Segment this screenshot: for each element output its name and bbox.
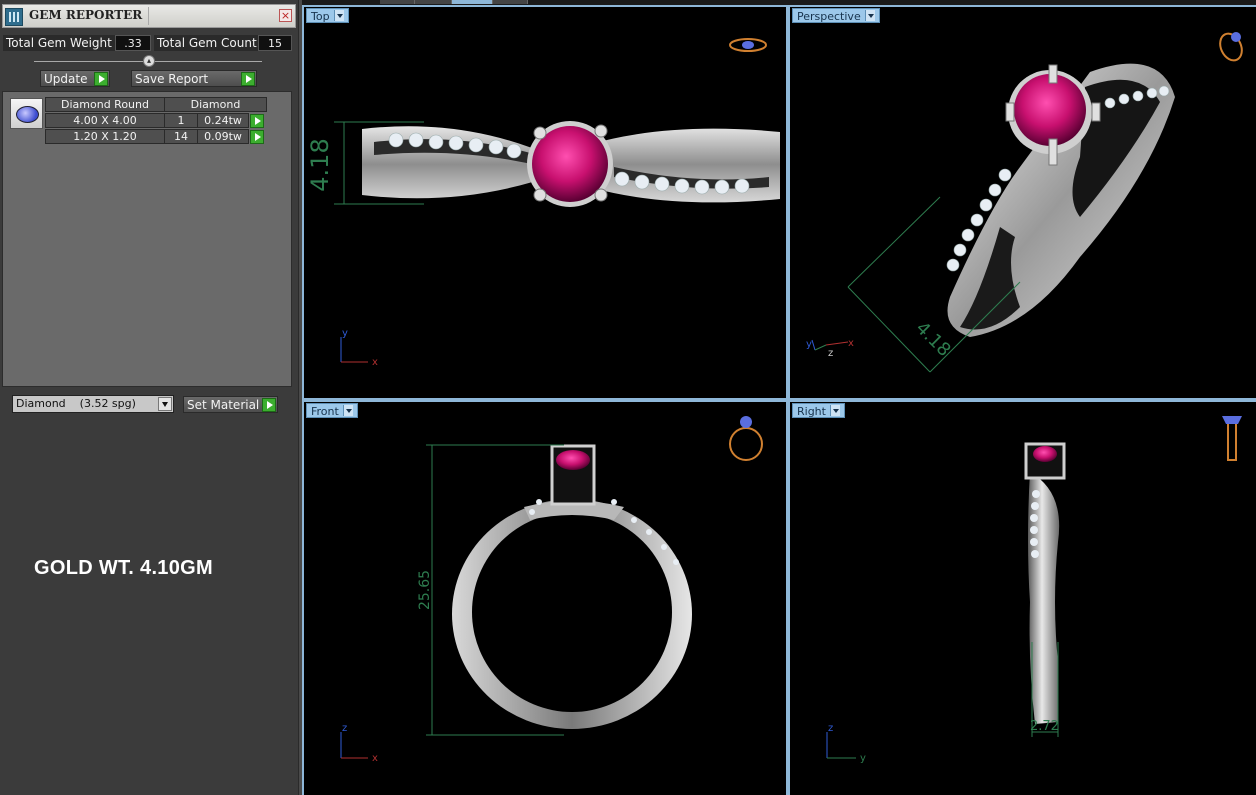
round-diamond-icon[interactable] <box>10 98 43 129</box>
front-dimension-label: 25.65 <box>417 570 433 610</box>
viewport-top[interactable]: Top 4.18 y x <box>304 7 786 398</box>
viewport-tab-active[interactable] <box>452 0 493 4</box>
total-gem-count-label: Total Gem Count <box>154 35 260 51</box>
viewport-tab[interactable] <box>380 0 415 4</box>
save-report-button-label: Save Report <box>135 72 209 86</box>
gem-row-size: 4.00 X 4.00 <box>45 113 165 128</box>
titlebar-divider <box>148 7 149 25</box>
gem-row-weight: 0.09tw <box>197 129 249 144</box>
update-arrow-icon[interactable] <box>94 72 108 86</box>
right-dimension-label: 2.72 <box>1030 719 1059 734</box>
panel-titlebar: GEM REPORTER × <box>2 4 296 28</box>
gem-row-count: 1 <box>164 113 198 128</box>
save-report-button[interactable]: Save Report <box>131 70 257 87</box>
axis-y-label: y <box>342 328 348 339</box>
viewport-tab[interactable] <box>493 0 528 4</box>
view-cube-icon[interactable] <box>1222 416 1242 461</box>
gem-row-select-icon[interactable] <box>250 130 264 144</box>
ruby-center-stone <box>556 450 590 470</box>
total-gem-weight-label: Total Gem Weight <box>3 35 115 51</box>
material-select[interactable]: Diamond (3.52 spg) <box>12 395 174 413</box>
gem-row-count: 14 <box>164 129 198 144</box>
total-gem-weight-value: .33 <box>115 35 151 51</box>
top-dimension-label: 4.18 <box>306 138 334 191</box>
gem-row-select-icon[interactable] <box>250 114 264 128</box>
ruby-center-stone <box>1033 446 1057 462</box>
ring-opening <box>472 512 672 712</box>
set-material-button[interactable]: Set Material <box>183 396 278 413</box>
view-cube-icon[interactable] <box>729 38 767 52</box>
view-cube-icon[interactable] <box>1216 30 1246 64</box>
axis-z-label: z <box>828 348 833 359</box>
ring-side <box>1028 472 1060 724</box>
gem-list-panel: Diamond Round Diamond 4.00 X 4.00 1 0.24… <box>2 91 292 387</box>
viewport-right[interactable]: Right 2.72 z y <box>790 402 1256 795</box>
set-material-arrow-icon[interactable] <box>262 398 276 412</box>
right-view-render: 2.72 z y <box>826 416 1242 764</box>
axis-y-label: y <box>860 753 866 764</box>
view-cube-icon[interactable] <box>729 416 763 461</box>
top-view-render: 4.18 y x <box>306 38 780 368</box>
axis-z-label: z <box>828 723 833 734</box>
col-header-material: Diamond <box>164 97 267 112</box>
gem-row-size: 1.20 X 1.20 <box>45 129 165 144</box>
save-report-arrow-icon[interactable] <box>241 72 255 86</box>
gem-reporter-icon <box>5 8 23 26</box>
gold-weight-note: GOLD WT. 4.10GM <box>34 557 213 579</box>
ruby-center-stone <box>1014 74 1086 146</box>
axis-y-label: y <box>806 339 812 350</box>
axis-x-label: x <box>372 753 378 764</box>
gem-row-weight: 0.24tw <box>197 113 249 128</box>
update-button[interactable]: Update <box>40 70 110 87</box>
front-view-render: 25.65 z x <box>340 416 763 764</box>
gem-reporter-panel: GEM REPORTER × Total Gem Weight .33 Tota… <box>0 0 298 795</box>
material-select-value: Diamond (3.52 spg) <box>16 397 136 410</box>
viewport-perspective[interactable]: Perspective 4.18 y z x <box>790 7 1256 398</box>
collapse-toggle-icon[interactable]: ▴ <box>143 55 155 67</box>
perspective-view-render: 4.18 y z x <box>806 30 1246 373</box>
update-button-label: Update <box>44 72 88 86</box>
close-icon[interactable]: × <box>279 9 292 22</box>
panel-title: GEM REPORTER <box>29 8 143 22</box>
axis-z-label: z <box>342 723 347 734</box>
axis-x-label: x <box>372 357 378 368</box>
total-gem-count-value: 15 <box>258 35 292 51</box>
viewport-tab[interactable] <box>415 0 452 4</box>
viewport-front[interactable]: Front 25.65 z x <box>304 402 786 795</box>
col-header-shape: Diamond Round <box>45 97 165 112</box>
set-material-button-label: Set Material <box>187 398 260 412</box>
axis-x-label: x <box>848 338 854 349</box>
chevron-down-icon[interactable] <box>158 397 172 411</box>
